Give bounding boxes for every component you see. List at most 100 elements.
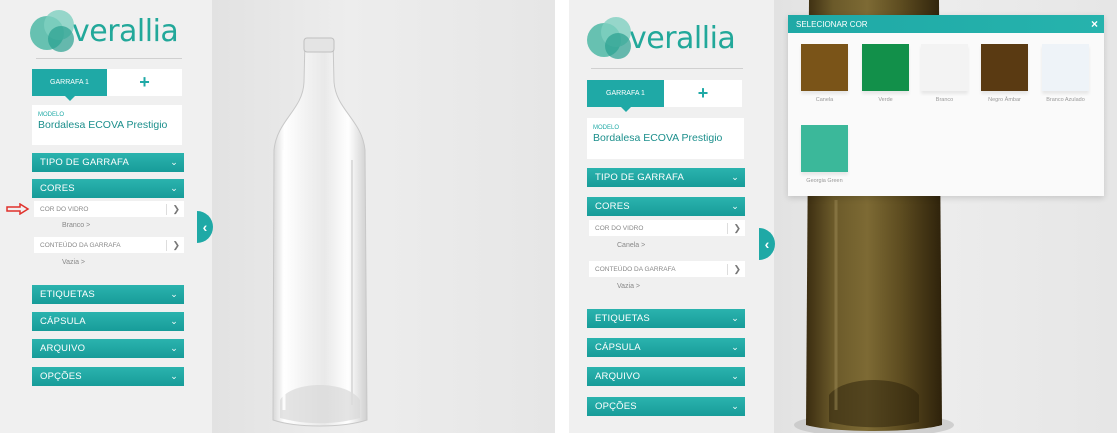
section-label: ARQUIVO [40, 343, 86, 354]
section-label: OPÇÕES [40, 371, 82, 382]
sub-label: COR DO VIDRO [40, 205, 89, 213]
swatch-name: Negro Âmbar [988, 97, 1021, 103]
swatch-name: Branco [935, 97, 954, 103]
section-label: OPÇÕES [595, 401, 637, 412]
chevron-down-icon: ⌄ [731, 371, 739, 381]
swatch-name: Verde [878, 97, 893, 103]
section-arquivo[interactable]: ARQUIVO ⌄ [587, 367, 745, 386]
chevron-down-icon: ⌄ [170, 183, 178, 193]
swatch-name: Georgia Green [806, 178, 843, 184]
section-capsula[interactable]: CÁPSULA ⌄ [32, 312, 184, 331]
dialog-title: SELECIONAR COR [796, 19, 868, 29]
section-tipo-de-garrafa[interactable]: TIPO DE GARRAFA ⌄ [32, 153, 184, 172]
section-arquivo[interactable]: ARQUIVO ⌄ [32, 339, 184, 358]
section-label: ETIQUETAS [595, 313, 650, 324]
chevron-right-icon: ❯ [166, 240, 180, 251]
close-icon[interactable]: × [1091, 17, 1098, 31]
red-arrow-indicator-icon [6, 203, 30, 215]
tab-garrafa-1[interactable]: GARRAFA 1 [32, 69, 107, 101]
swatch-georgia-green[interactable]: Georgia Green [801, 125, 848, 184]
section-cores[interactable]: CORES ⌄ [32, 179, 184, 198]
sub-cor-do-vidro[interactable]: COR DO VIDRO ❯ [34, 201, 184, 217]
section-etiquetas[interactable]: ETIQUETAS ⌄ [587, 309, 745, 328]
sub-label: CONTEÚDO DA GARRAFA [40, 241, 121, 249]
swatch-color [801, 125, 848, 172]
section-label: TIPO DE GARRAFA [595, 172, 685, 183]
sub-cor-do-vidro[interactable]: COR DO VIDRO ❯ [589, 220, 745, 236]
add-bottle-button[interactable]: + [107, 69, 182, 96]
tab-garrafa-1[interactable]: GARRAFA 1 [587, 80, 664, 112]
verallia-logo: verallia [587, 17, 736, 59]
section-label: CORES [40, 183, 75, 194]
chevron-down-icon: ⌄ [731, 313, 739, 323]
model-value: Bordalesa ECOVA Prestigio [593, 132, 723, 144]
bottle-tabs: GARRAFA 1 + [587, 80, 742, 112]
logo-wordmark: verallia [72, 13, 179, 49]
swatch-name: Branco Azulado [1046, 97, 1085, 103]
left-screenshot-panel: verallia GARRAFA 1 + MODELO Bordalesa EC… [0, 0, 555, 433]
sub-label: CONTEÚDO DA GARRAFA [595, 265, 676, 273]
verallia-logo: verallia [30, 10, 179, 52]
model-label: MODELO [593, 125, 620, 131]
divider [591, 68, 743, 69]
chevron-down-icon: ⌄ [170, 316, 178, 326]
chevron-down-icon: ⌄ [170, 289, 178, 299]
chevron-down-icon: ⌄ [170, 157, 178, 167]
swatch-color [981, 44, 1028, 91]
sub-conteudo-da-garrafa[interactable]: CONTEÚDO DA GARRAFA ❯ [589, 261, 745, 277]
sub-conteudo-da-garrafa[interactable]: CONTEÚDO DA GARRAFA ❯ [34, 237, 184, 253]
section-label: CÁPSULA [595, 342, 641, 353]
swatch-negro-ambar[interactable]: Negro Âmbar [981, 44, 1028, 103]
swatch-color [921, 44, 968, 91]
chevron-down-icon: ⌄ [731, 201, 739, 211]
section-label: ARQUIVO [595, 371, 641, 382]
section-label: ETIQUETAS [40, 289, 95, 300]
chevron-down-icon: ⌄ [170, 343, 178, 353]
swatch-canela[interactable]: Canela [801, 44, 848, 103]
swatch-color [801, 44, 848, 91]
select-color-dialog: SELECIONAR COR × Canela Verde Branco Neg… [788, 15, 1104, 196]
dialog-header: SELECIONAR COR × [788, 15, 1104, 33]
section-tipo-de-garrafa[interactable]: TIPO DE GARRAFA ⌄ [587, 168, 745, 187]
chevron-down-icon: ⌄ [731, 401, 739, 411]
configurator-sidebar: verallia GARRAFA 1 + MODELO Bordalesa EC… [0, 0, 212, 433]
swatch-color [1042, 44, 1089, 91]
section-label: TIPO DE GARRAFA [40, 157, 130, 168]
logo-bubbles-icon [30, 10, 78, 52]
swatch-branco[interactable]: Branco [921, 44, 968, 103]
model-label: MODELO [38, 112, 65, 118]
model-value: Bordalesa ECOVA Prestigio [38, 119, 168, 131]
chevron-right-icon: ❯ [727, 264, 741, 275]
model-box: MODELO Bordalesa ECOVA Prestigio [32, 105, 182, 145]
conteudo-value[interactable]: Vazia > [62, 259, 85, 266]
swatch-name: Canela [815, 97, 834, 103]
section-etiquetas[interactable]: ETIQUETAS ⌄ [32, 285, 184, 304]
section-opcoes[interactable]: OPÇÕES ⌄ [32, 367, 184, 386]
swatch-branco-azulado[interactable]: Branco Azulado [1042, 44, 1089, 103]
section-capsula[interactable]: CÁPSULA ⌄ [587, 338, 745, 357]
divider [36, 58, 182, 59]
chevron-down-icon: ⌄ [731, 342, 739, 352]
logo-wordmark: verallia [629, 20, 736, 56]
model-box: MODELO Bordalesa ECOVA Prestigio [587, 118, 744, 159]
section-label: CÁPSULA [40, 316, 86, 327]
chevron-right-icon: ❯ [166, 204, 180, 215]
bottle-viewport[interactable] [212, 0, 555, 433]
clear-bottle-render [272, 37, 368, 427]
section-opcoes[interactable]: OPÇÕES ⌄ [587, 397, 745, 416]
chevron-right-icon: ❯ [727, 223, 741, 234]
cor-do-vidro-value[interactable]: Branco > [62, 222, 90, 229]
add-bottle-button[interactable]: + [664, 80, 742, 107]
swatch-verde[interactable]: Verde [862, 44, 909, 103]
right-screenshot-panel: verallia GARRAFA 1 + MODELO Bordalesa EC… [569, 0, 1117, 433]
configurator-sidebar: verallia GARRAFA 1 + MODELO Bordalesa EC… [569, 0, 774, 433]
swatch-color [862, 44, 909, 91]
chevron-down-icon: ⌄ [170, 371, 178, 381]
chevron-down-icon: ⌄ [731, 172, 739, 182]
section-cores[interactable]: CORES ⌄ [587, 197, 745, 216]
cor-do-vidro-value[interactable]: Canela > [617, 242, 645, 249]
section-label: CORES [595, 201, 630, 212]
bottle-tabs: GARRAFA 1 + [32, 69, 182, 101]
logo-bubbles-icon [587, 17, 635, 59]
conteudo-value[interactable]: Vazia > [617, 283, 640, 290]
